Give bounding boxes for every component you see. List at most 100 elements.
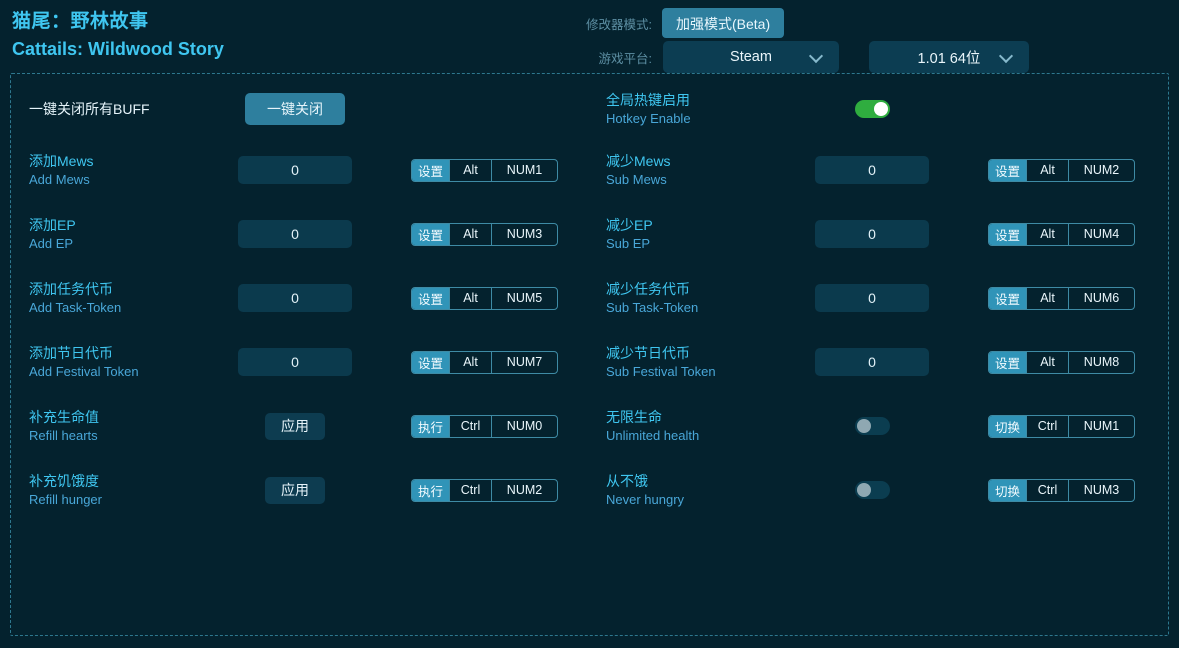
- cheat-label-cn: 减少EP: [606, 216, 653, 233]
- cheat-label-cn: 添加节日代币: [29, 344, 113, 361]
- cheat-control: [756, 348, 988, 376]
- cheat-rows: 一键关闭所有BUFF一键关闭添加MewsAdd Mews设置AltNUM1添加E…: [11, 74, 1168, 635]
- toggle-knob: [873, 102, 888, 116]
- hotkey-slot: 设置 Alt NUM7: [411, 350, 571, 374]
- action-button-refill-hearts[interactable]: 应用: [265, 412, 325, 440]
- value-input-add-festival-token[interactable]: [238, 348, 352, 376]
- cheat-label-group: 减少节日代币 Sub Festival Token: [596, 344, 756, 381]
- hotkey-modifier[interactable]: Alt: [1026, 351, 1068, 373]
- hotkey-key[interactable]: NUM0: [491, 415, 557, 437]
- hotkey-modifier[interactable]: Alt: [1026, 287, 1068, 309]
- hotkey-action-button[interactable]: 设置: [989, 287, 1027, 309]
- value-input-add-mews[interactable]: [238, 156, 352, 184]
- hotkey-group-sub-mews[interactable]: 设置 Alt NUM2: [988, 158, 1136, 182]
- hotkey-key[interactable]: NUM3: [1068, 479, 1134, 501]
- hotkey-slot: 设置 Alt NUM4: [988, 222, 1148, 246]
- value-input-sub-mews[interactable]: [815, 156, 929, 184]
- value-input-add-ep[interactable]: [238, 220, 352, 248]
- hotkey-group-add-mews[interactable]: 设置 Alt NUM1: [411, 158, 559, 182]
- hotkey-action-button[interactable]: 执行: [412, 479, 450, 501]
- hotkey-group-sub-task-token[interactable]: 设置 Alt NUM6: [988, 286, 1136, 310]
- hotkey-action-button[interactable]: 设置: [412, 159, 450, 181]
- version-dropdown-value: 1.01 64位: [917, 50, 981, 67]
- cheat-row: 添加Mews Add Mews 设置AltNUM1: [19, 147, 589, 193]
- action-button-buff[interactable]: 一键关闭: [245, 93, 345, 125]
- cheat-label-group: 添加Mews Add Mews: [19, 152, 179, 189]
- hotkey-modifier[interactable]: Alt: [449, 159, 491, 181]
- hotkey-action-button[interactable]: 设置: [989, 159, 1027, 181]
- toggle-switch-unlimited-health[interactable]: [854, 417, 890, 435]
- hotkey-action-button[interactable]: 设置: [412, 351, 450, 373]
- hotkey-group-add-ep[interactable]: 设置 Alt NUM3: [411, 222, 559, 246]
- cheat-label-cn: 无限生命: [606, 408, 662, 425]
- hotkey-action-button[interactable]: 切换: [989, 415, 1027, 437]
- toggle-switch-hotkey-enable[interactable]: [854, 100, 890, 118]
- cheat-control: [179, 156, 411, 184]
- hotkey-group-refill-hunger[interactable]: 执行 Ctrl NUM2: [411, 478, 559, 502]
- hotkey-group-sub-festival-token[interactable]: 设置 Alt NUM8: [988, 350, 1136, 374]
- version-dropdown[interactable]: 1.01 64位: [869, 41, 1029, 73]
- hotkey-modifier[interactable]: Ctrl: [1026, 415, 1068, 437]
- hotkey-slot: 设置 Alt NUM2: [988, 158, 1148, 182]
- hotkey-key[interactable]: NUM8: [1068, 351, 1134, 373]
- toggle-knob: [856, 419, 871, 433]
- cheat-label-cn: 一键关闭所有BUFF: [29, 100, 150, 117]
- toggle-switch-never-hungry[interactable]: [854, 481, 890, 499]
- cheat-row: 从不饿 Never hungry 切换 Ctrl NUM3: [596, 467, 1166, 513]
- hotkey-modifier[interactable]: Ctrl: [449, 415, 491, 437]
- trainer-mode-button[interactable]: 加强模式(Beta): [662, 8, 785, 38]
- hotkey-group-add-task-token[interactable]: 设置 Alt NUM5: [411, 286, 559, 310]
- hotkey-key[interactable]: NUM6: [1068, 287, 1134, 309]
- hotkey-action-button[interactable]: 设置: [412, 223, 450, 245]
- hotkey-action-button[interactable]: 设置: [412, 287, 450, 309]
- cheat-row: 减少EP Sub EP 设置AltNUM4: [596, 211, 1166, 257]
- cheat-control: 一键关闭: [179, 93, 411, 125]
- value-input-sub-festival-token[interactable]: [815, 348, 929, 376]
- cheat-control: [179, 220, 411, 248]
- hotkey-key[interactable]: NUM4: [1068, 223, 1134, 245]
- hotkey-modifier[interactable]: Ctrl: [1026, 479, 1068, 501]
- hotkey-action-button[interactable]: 执行: [412, 415, 450, 437]
- cheat-label-group: 从不饿 Never hungry: [596, 472, 756, 509]
- cheat-label-cn: 全局热键启用: [606, 91, 690, 108]
- cheat-label-cn: 减少Mews: [606, 152, 671, 169]
- hotkey-modifier[interactable]: Alt: [449, 287, 491, 309]
- cheat-label-cn: 添加EP: [29, 216, 76, 233]
- hotkey-modifier[interactable]: Alt: [449, 223, 491, 245]
- value-input-add-task-token[interactable]: [238, 284, 352, 312]
- hotkey-key[interactable]: NUM2: [1068, 159, 1134, 181]
- hotkey-key[interactable]: NUM1: [1068, 415, 1134, 437]
- action-button-refill-hunger[interactable]: 应用: [265, 476, 325, 504]
- hotkey-group-never-hungry[interactable]: 切换 Ctrl NUM3: [988, 478, 1136, 502]
- cheat-control: [756, 220, 988, 248]
- hotkey-action-button[interactable]: 设置: [989, 351, 1027, 373]
- cheat-label-cn: 从不饿: [606, 472, 648, 489]
- hotkey-group-refill-hearts[interactable]: 执行 Ctrl NUM0: [411, 414, 559, 438]
- cheat-row: 补充饥饿度 Refill hunger 应用 执行 Ctrl NUM2: [19, 467, 589, 513]
- hotkey-key[interactable]: NUM7: [491, 351, 557, 373]
- platform-dropdown[interactable]: Steam: [663, 41, 839, 73]
- title-block: 猫尾：野林故事 Cattails: Wildwood Story: [12, 8, 224, 62]
- hotkey-modifier[interactable]: Alt: [449, 351, 491, 373]
- hotkey-modifier[interactable]: Alt: [1026, 159, 1068, 181]
- hotkey-modifier[interactable]: Alt: [1026, 223, 1068, 245]
- hotkey-key[interactable]: NUM1: [491, 159, 557, 181]
- cheat-control: [179, 284, 411, 312]
- hotkey-key[interactable]: NUM3: [491, 223, 557, 245]
- hotkey-modifier[interactable]: Ctrl: [449, 479, 491, 501]
- cheat-label-en: Add Festival Token: [29, 363, 139, 379]
- hotkey-key[interactable]: NUM5: [491, 287, 557, 309]
- cheat-control: 应用: [179, 476, 411, 504]
- hotkey-slot: 设置 Alt NUM3: [411, 222, 571, 246]
- hotkey-group-sub-ep[interactable]: 设置 Alt NUM4: [988, 222, 1136, 246]
- cheat-label-en: Unlimited health: [606, 427, 700, 443]
- hotkey-action-button[interactable]: 设置: [989, 223, 1027, 245]
- hotkey-action-button[interactable]: 切换: [989, 479, 1027, 501]
- value-input-sub-task-token[interactable]: [815, 284, 929, 312]
- hotkey-group-unlimited-health[interactable]: 切换 Ctrl NUM1: [988, 414, 1136, 438]
- hotkey-key[interactable]: NUM2: [491, 479, 557, 501]
- cheat-row: 无限生命 Unlimited health 切换 Ctrl NUM1: [596, 403, 1166, 449]
- game-title-cn: 猫尾：野林故事: [12, 11, 149, 32]
- value-input-sub-ep[interactable]: [815, 220, 929, 248]
- hotkey-group-add-festival-token[interactable]: 设置 Alt NUM7: [411, 350, 559, 374]
